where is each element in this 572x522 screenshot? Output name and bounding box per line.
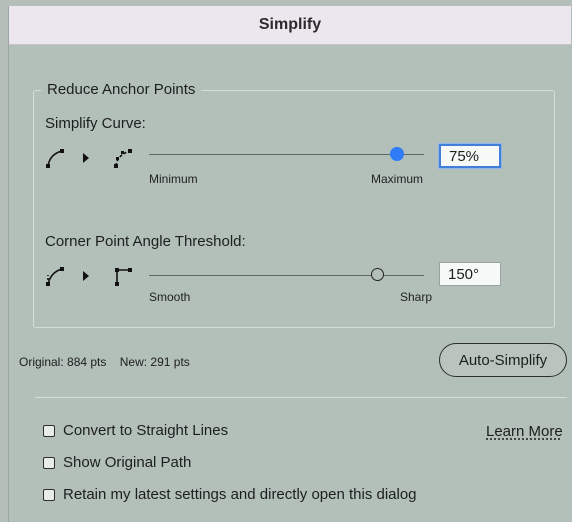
show-original-path-label: Show Original Path <box>63 454 192 471</box>
simplify-curve-value: 75% <box>449 147 480 165</box>
show-original-path-checkbox[interactable] <box>43 456 55 469</box>
arrow-right-icon <box>83 271 89 281</box>
convert-straight-lines-checkbox[interactable] <box>43 424 55 437</box>
original-points: Original: 884 pts <box>19 355 107 369</box>
corner-angle-value-field[interactable]: 150° <box>439 262 501 286</box>
new-points: New: 291 pts <box>119 355 190 369</box>
corner-before-icon <box>46 267 64 286</box>
simplify-dialog: Simplify Reduce Anchor Points Simplify C… <box>8 6 571 522</box>
sharp-label: Sharp <box>400 290 433 304</box>
maximum-label: Maximum <box>371 172 424 186</box>
corner-angle-label: Corner Point Angle Threshold: <box>45 233 246 250</box>
arrow-right-icon <box>83 153 89 163</box>
divider <box>35 397 567 398</box>
simplify-curve-value-field[interactable]: 75% <box>439 144 501 168</box>
retain-settings-checkbox[interactable] <box>43 488 55 501</box>
title-bar: Simplify <box>9 6 571 45</box>
show-original-path-option[interactable]: Show Original Path <box>43 454 191 471</box>
point-stats: Original: 884 pts New: 291 pts <box>19 355 190 369</box>
simplify-curve-label: Simplify Curve: <box>45 115 146 132</box>
auto-simplify-button[interactable]: Auto-Simplify <box>439 343 567 377</box>
corner-angle-slider-thumb[interactable] <box>370 268 384 281</box>
smooth-label: Smooth <box>149 290 191 304</box>
learn-more-link[interactable]: Learn More <box>486 423 563 440</box>
minimum-label: Minimum <box>149 172 198 186</box>
retain-settings-option[interactable]: Retain my latest settings and directly o… <box>43 486 417 503</box>
corner-after-icon <box>115 268 132 286</box>
curve-after-icon <box>114 149 132 168</box>
convert-straight-lines-option[interactable]: Convert to Straight Lines <box>43 422 228 439</box>
dialog-title: Simplify <box>258 16 322 33</box>
group-label: Reduce Anchor Points <box>41 81 202 98</box>
convert-straight-lines-label: Convert to Straight Lines <box>63 422 229 439</box>
curve-before-icon <box>46 149 64 168</box>
corner-angle-value: 150° <box>448 265 480 283</box>
retain-settings-label: Retain my latest settings and directly o… <box>63 486 417 503</box>
simplify-curve-slider-thumb[interactable] <box>389 147 404 161</box>
simplify-curve-slider[interactable] <box>149 154 424 155</box>
